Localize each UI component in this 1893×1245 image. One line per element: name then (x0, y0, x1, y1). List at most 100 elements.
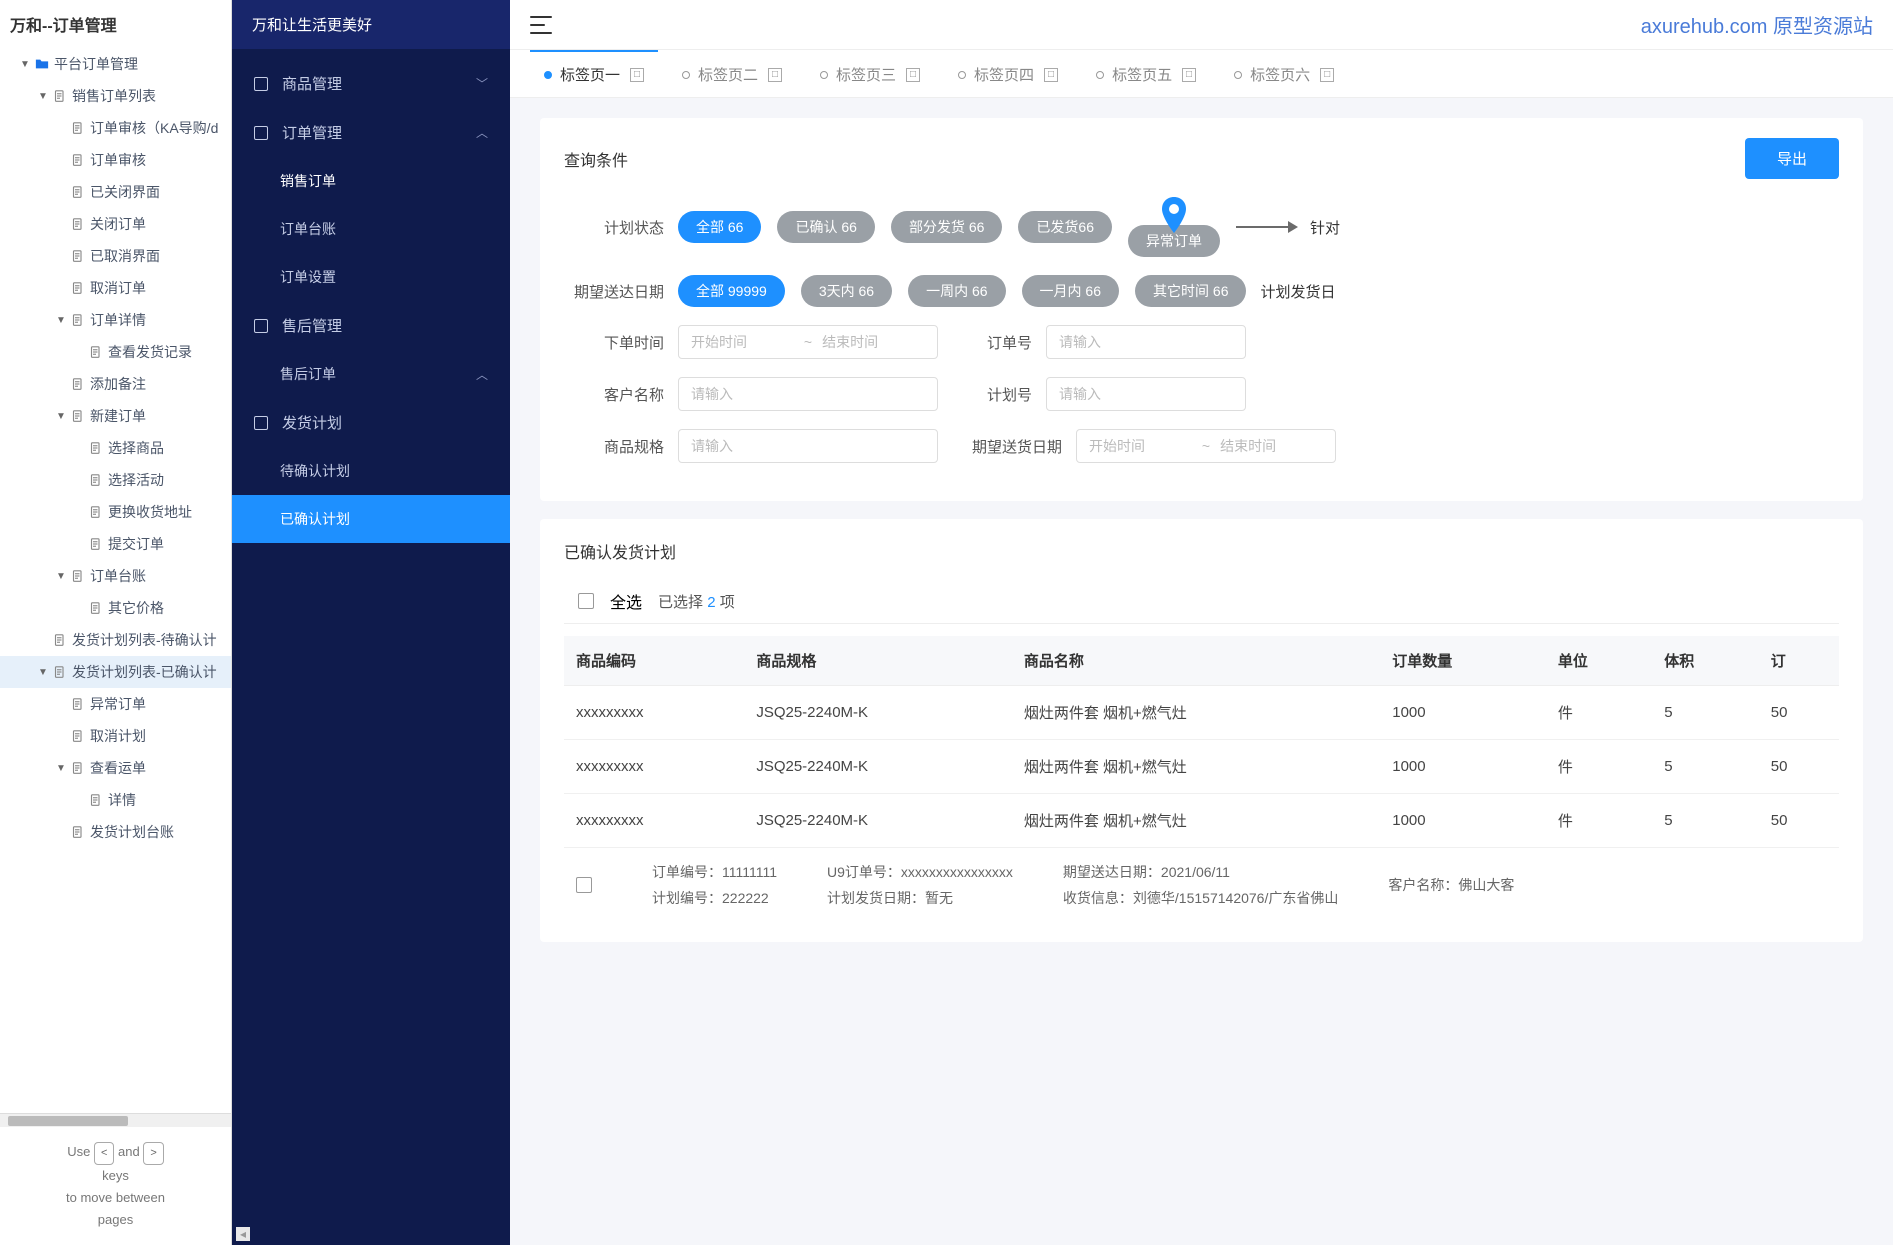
menu-label: 已确认计划 (280, 509, 350, 529)
tab-item[interactable]: 标签页五□ (1082, 50, 1210, 97)
tree-item[interactable]: ▼销售订单列表 (0, 80, 231, 112)
sidebar-collapse-handle[interactable]: ◂ (236, 1227, 250, 1241)
table-cell: JSQ25-2240M-K (744, 740, 1011, 794)
tree-item[interactable]: 取消订单 (0, 272, 231, 304)
filter-pill[interactable]: 已确认 66 (777, 211, 874, 243)
tree-item[interactable]: 选择商品 (0, 432, 231, 464)
menu-label: 订单管理 (282, 122, 342, 143)
tab-close-icon[interactable]: □ (768, 68, 782, 82)
row-checkbox[interactable] (576, 877, 592, 893)
tree-item[interactable]: 订单审核 (0, 144, 231, 176)
tree-item[interactable]: 发货计划台账 (0, 816, 231, 848)
page-icon (52, 88, 68, 104)
order-time-end[interactable] (822, 334, 925, 350)
sidebar-item[interactable]: 售后管理 (232, 301, 510, 350)
tree-h-scrollbar[interactable] (0, 1113, 231, 1127)
tree-item[interactable]: 详情 (0, 784, 231, 816)
spec-input[interactable] (678, 429, 938, 463)
tree-item[interactable]: 其它价格 (0, 592, 231, 624)
tree-item[interactable]: ▼订单详情 (0, 304, 231, 336)
filter-pill[interactable]: 一月内 66 (1022, 275, 1119, 307)
table-header: 商品编码 (564, 636, 744, 686)
filter-pill[interactable]: 部分发货 66 (891, 211, 1002, 243)
filter-pill[interactable]: 其它时间 66 (1135, 275, 1246, 307)
tree-label: 发货计划台账 (90, 822, 174, 842)
tree-item[interactable]: 发货计划列表-待确认计 (0, 624, 231, 656)
tree-item[interactable]: 更换收货地址 (0, 496, 231, 528)
tab-close-icon[interactable]: □ (1044, 68, 1058, 82)
tree-item[interactable]: 选择活动 (0, 464, 231, 496)
header-link[interactable]: axurehub.com 原型资源站 (1641, 10, 1873, 39)
tree-item[interactable]: 已关闭界面 (0, 176, 231, 208)
page-icon (88, 440, 104, 456)
export-button[interactable]: 导出 (1745, 138, 1839, 179)
tab-dot-icon (1096, 71, 1104, 79)
customer-input[interactable] (678, 377, 938, 411)
filter-pill[interactable]: 全部 99999 (678, 275, 785, 307)
select-bar: 全选 已选择 2 项 (564, 579, 1839, 624)
page-icon (70, 728, 86, 744)
tree-item[interactable]: 提交订单 (0, 528, 231, 560)
sidebar-item[interactable]: 订单管理︿ (232, 108, 510, 157)
tree-item[interactable]: ▼发货计划列表-已确认计 (0, 656, 231, 688)
table-cell: xxxxxxxxx (564, 686, 744, 740)
table-row[interactable]: xxxxxxxxxJSQ25-2240M-K烟灶两件套 烟机+燃气灶1000件5… (564, 794, 1839, 848)
sidebar-item[interactable]: 销售订单 (232, 157, 510, 205)
sidebar-item[interactable]: 售后订单︿ (232, 350, 510, 398)
hamburger-icon[interactable] (530, 16, 552, 34)
filter-pill[interactable]: 3天内 66 (801, 275, 892, 307)
tree-item[interactable]: ▼订单台账 (0, 560, 231, 592)
filter-pill[interactable]: 一周内 66 (908, 275, 1005, 307)
table-row[interactable]: xxxxxxxxxJSQ25-2240M-K烟灶两件套 烟机+燃气灶1000件5… (564, 686, 1839, 740)
order-no-input[interactable] (1046, 325, 1246, 359)
table-row[interactable]: xxxxxxxxxJSQ25-2240M-K烟灶两件套 烟机+燃气灶1000件5… (564, 740, 1839, 794)
tree-item[interactable]: 查看发货记录 (0, 336, 231, 368)
page-icon (70, 184, 86, 200)
tab-item[interactable]: 标签页六□ (1220, 50, 1348, 97)
table-header: 单位 (1546, 636, 1652, 686)
tree-item[interactable]: 添加备注 (0, 368, 231, 400)
order-time-start[interactable] (691, 334, 794, 350)
tab-item[interactable]: 标签页一□ (530, 50, 658, 97)
sidebar-item[interactable]: 已确认计划 (232, 495, 510, 543)
tab-close-icon[interactable]: □ (630, 68, 644, 82)
filter-pill[interactable]: 已发货66 (1018, 211, 1112, 243)
sidebar-item[interactable]: 发货计划 (232, 398, 510, 447)
expect-start[interactable] (1089, 438, 1192, 454)
select-all-label[interactable]: 全选 (610, 589, 642, 613)
tree-item[interactable]: 已取消界面 (0, 240, 231, 272)
filter-pill[interactable]: 全部 66 (678, 211, 761, 243)
sidebar-item[interactable]: 待确认计划 (232, 447, 510, 495)
tree-label: 详情 (108, 790, 136, 810)
order-time-range[interactable]: ~ (678, 325, 938, 359)
tab-close-icon[interactable]: □ (906, 68, 920, 82)
table-cell: 1000 (1380, 794, 1546, 848)
tab-item[interactable]: 标签页二□ (668, 50, 796, 97)
sidebar-item[interactable]: 订单台账 (232, 205, 510, 253)
expect-range[interactable]: ~ (1076, 429, 1336, 463)
tab-item[interactable]: 标签页三□ (806, 50, 934, 97)
tree-label: 提交订单 (108, 534, 164, 554)
tab-close-icon[interactable]: □ (1320, 68, 1334, 82)
tree-hint: Use < and > keys to move between pages (0, 1127, 231, 1245)
tree-item[interactable]: 关闭订单 (0, 208, 231, 240)
page-icon (70, 376, 86, 392)
tree-item[interactable]: 异常订单 (0, 688, 231, 720)
sidebar-item[interactable]: 订单设置 (232, 253, 510, 301)
tab-close-icon[interactable]: □ (1182, 68, 1196, 82)
tree-item[interactable]: ▼新建订单 (0, 400, 231, 432)
sidebar-item[interactable]: 商品管理﹀ (232, 59, 510, 108)
plan-no-input[interactable] (1046, 377, 1246, 411)
key-right: > (143, 1142, 163, 1165)
tree-item[interactable]: 取消计划 (0, 720, 231, 752)
expect-end[interactable] (1220, 438, 1323, 454)
page-icon (70, 248, 86, 264)
tree-item[interactable]: ▼平台订单管理 (0, 48, 231, 80)
tree-label: 取消订单 (90, 278, 146, 298)
tree-item[interactable]: 订单审核（KA导购/d (0, 112, 231, 144)
page-icon (88, 504, 104, 520)
select-all-checkbox[interactable] (578, 593, 594, 609)
tab-item[interactable]: 标签页四□ (944, 50, 1072, 97)
tree-item[interactable]: ▼查看运单 (0, 752, 231, 784)
tree-label: 发货计划列表-待确认计 (72, 630, 217, 650)
